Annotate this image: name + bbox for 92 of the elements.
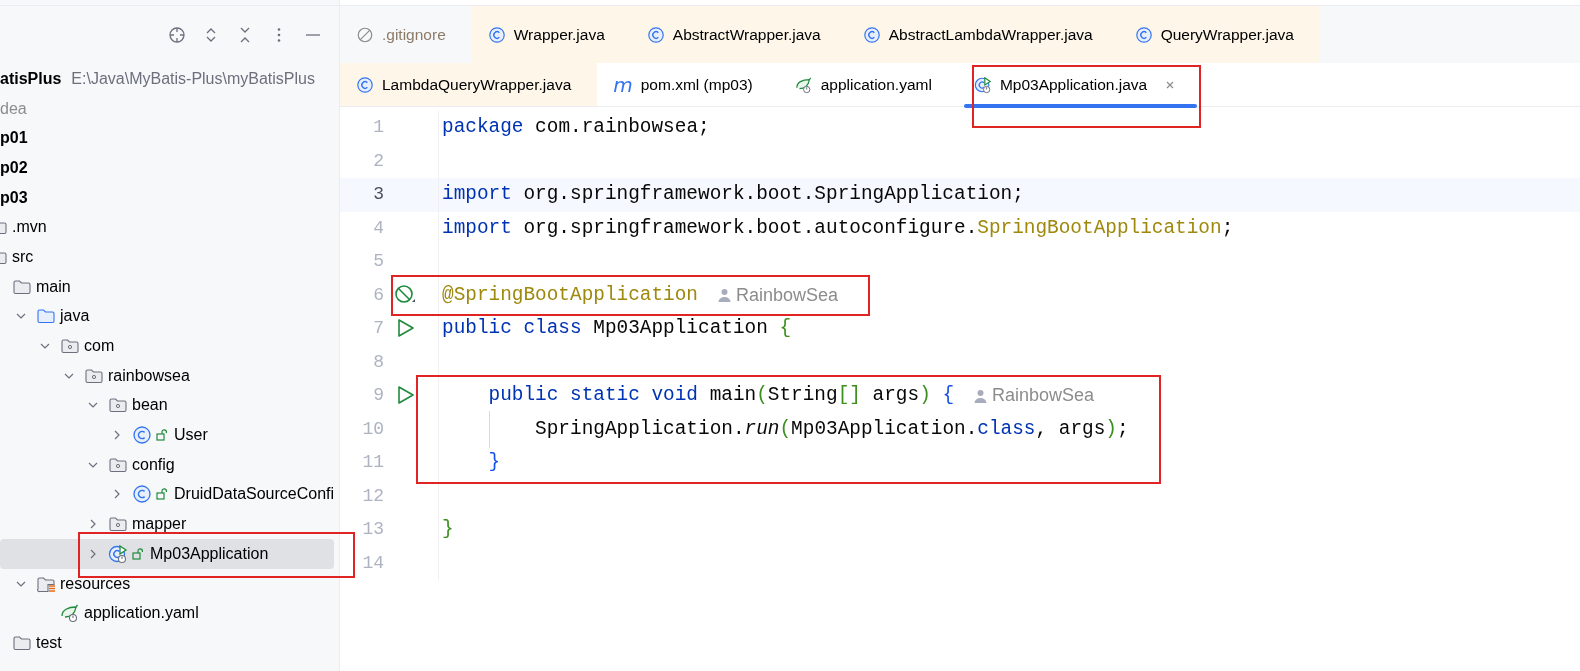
tree-item-label: p01 [0,128,28,149]
code-line: import org.springframework.boot.autoconfigure.SpringBootApplication; [442,215,1234,241]
line-number: 10 [361,417,384,441]
tree-item-label: rainbowsea [108,365,190,386]
person-icon [718,288,731,303]
tree-item-label: com [84,336,115,357]
code-line: public static void main(String[] args) { [487,383,955,409]
tree-item-label: mapper [132,514,187,535]
tree-item[interactable]: p01 [0,123,335,154]
line-number: 4 [372,216,384,240]
line-number: 9 [372,384,384,408]
tree-item-label: application.yaml [84,603,199,624]
tree-item[interactable]: mapper [0,509,335,539]
slashed-circle-icon[interactable] [394,283,416,306]
leaf-icon [60,603,80,624]
line-number: 3 [372,183,384,207]
tree-item[interactable]: rainbowsea [0,360,335,391]
line-number: 7 [372,317,384,341]
person-icon [974,388,988,403]
tree-item[interactable]: User [0,420,335,450]
editor-tab[interactable]: .gitignore [340,6,472,63]
tree-item-label: bean [132,395,168,416]
crosshair-icon[interactable] [167,24,187,45]
padlock-icon [156,429,168,442]
tree-item-label: resources [60,573,131,594]
editor-tab[interactable]: m pom.xml (mp03) [597,63,779,106]
tree-item-label: p02 [0,157,28,178]
tree-item-label: config [132,454,175,475]
tree-item[interactable]: resources [0,568,335,599]
tree-item-label: dea [0,98,27,119]
class-icon [646,25,665,44]
tree-item-label: java [60,306,90,327]
tree-item[interactable]: Mp03Application [0,539,335,569]
tree-item-label: main [36,276,71,297]
tree-item-label: atisPlus [0,68,62,89]
line-number: 12 [361,484,384,508]
class-icon [1134,25,1153,44]
tree-item[interactable]: java [0,301,335,332]
tree-item[interactable]: main [0,271,335,302]
line-number: 14 [361,551,384,575]
tree-item[interactable]: test [0,628,335,658]
line-number: 1 [372,116,384,140]
code-line: package com.rainbowsea; [442,115,710,141]
code-line: @SpringBootApplication [442,282,698,308]
tree-item-label: test [36,632,62,653]
padlock-icon [156,488,168,501]
tree-item[interactable]: config [0,449,335,480]
tree-item-label: User [174,425,208,446]
tree-item[interactable]: bean [0,390,335,421]
tree-item-label: DruidDataSourceConfi [174,484,335,505]
code-line: public class Mp03Application { [442,316,792,342]
tree-item[interactable]: DruidDataSourceConfi [0,479,335,510]
code-line: SpringApplication.run(Mp03Application.class, args); [442,414,1129,444]
line-number: 11 [361,451,384,475]
padlock-icon [132,547,144,560]
code-line: } [442,517,454,543]
tree-item-label: .mvn [12,217,47,238]
leaf-icon [794,75,813,94]
class-icon [487,25,506,44]
line-number: 5 [372,250,384,274]
tree-item[interactable]: src [0,242,335,272]
indent-guide [489,410,490,448]
run-class-icon [973,75,992,94]
editor-tab[interactable]: AbstractLambdaWrapper.java [846,6,1119,63]
editor-tab[interactable]: QueryWrapper.java [1118,6,1320,63]
editor-tab[interactable]: application.yaml [778,63,958,106]
tree-item-label: src [12,246,34,267]
class-icon [132,484,152,505]
editor-tab[interactable]: AbstractWrapper.java [630,6,847,63]
project-path: E:\Java\MyBatis-Plus\myBatisPlus [71,68,315,89]
tree-item[interactable]: p03 [0,182,335,213]
code-line: } [487,450,501,476]
line-number: 2 [372,149,384,173]
editor-tab[interactable]: LambdaQueryWrapper.java [340,63,598,106]
tree-item-label: Mp03Application [150,543,269,564]
line-number: 8 [372,350,384,374]
line-number: 13 [361,518,384,542]
tree-item[interactable]: .mvn [0,212,335,243]
class-icon [862,25,881,44]
line-number: 6 [372,283,384,307]
code-line: import org.springframework.boot.SpringApplication; [442,182,1024,208]
tree-item-label: p03 [0,187,28,208]
run-class-icon [108,543,128,564]
tree-item[interactable]: p02 [0,153,335,183]
tree-item[interactable]: application.yaml [0,598,335,629]
tree-item[interactable]: com [0,331,335,361]
editor-tab[interactable]: Wrapper.java [471,6,631,63]
maven-icon: m [613,74,633,95]
class-icon [132,425,152,446]
class-icon [356,75,374,94]
slashed-circle-icon [356,25,374,44]
tree-item[interactable]: atisPlus E:\Java\MyBatis-Plus\myBatisPlus [0,64,335,94]
